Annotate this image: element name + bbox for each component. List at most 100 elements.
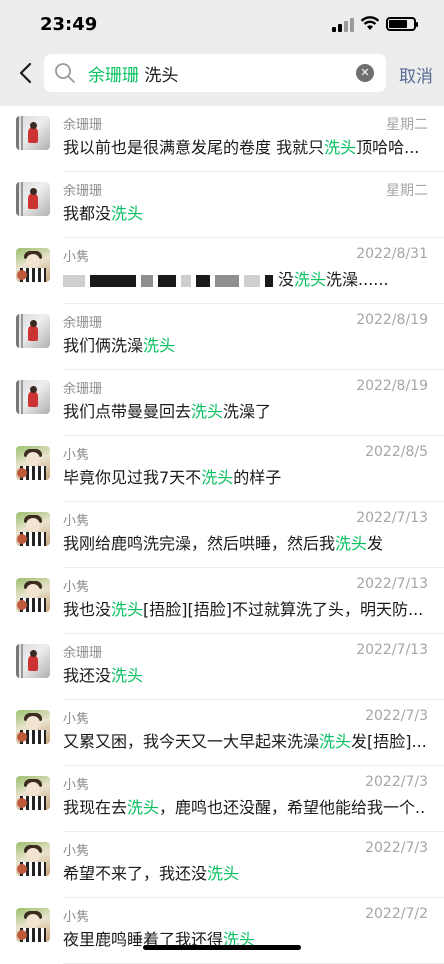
wifi-icon [360, 16, 380, 30]
result-row[interactable]: 余珊珊 星期二 我都没洗头 [0, 172, 444, 238]
message-date: 2022/7/13 [356, 510, 428, 526]
message-date: 2022/8/31 [356, 246, 428, 262]
sender-name: 小隽 [63, 712, 90, 727]
avatar[interactable] [16, 116, 50, 150]
result-row[interactable]: 小隽 2022/7/13 我也没洗头[捂脸][捂脸]不过就算洗了头，明天防... [0, 568, 444, 634]
message-snippet: 又累又困，我今天又一大早起来洗澡洗头发[捂脸]... [63, 728, 425, 752]
snippet-text: [捂脸][捂脸]不过就算洗了头，明天防... [143, 600, 424, 619]
snippet-text: 我还没 [63, 666, 112, 685]
redacted-text [141, 274, 153, 287]
result-row[interactable]: 小隽 2022/8/5 毕竟你见过我7天不洗头的样子 [0, 436, 444, 502]
keyword-highlight: 洗头 [111, 600, 144, 619]
sender-name: 余珊珊 [63, 646, 103, 661]
keyword-highlight: 洗头 [191, 402, 224, 421]
message-date: 星期二 [386, 183, 428, 199]
redacted-text [90, 274, 136, 287]
result-row[interactable]: 小隽 2022/7/3 我现在去洗头，鹿鸣也还没醒，希望他能给我一个... [0, 766, 444, 832]
avatar[interactable] [16, 644, 50, 678]
message-snippet: 希望不来了，我还没洗头 [63, 860, 425, 884]
sender-name: 小隽 [63, 844, 90, 859]
keyword-highlight: 洗头 [324, 138, 357, 157]
avatar[interactable] [16, 578, 50, 612]
message-snippet: 我都没洗头 [63, 200, 425, 224]
signal-icon [332, 18, 354, 32]
keyword-highlight: 洗头 [111, 204, 144, 223]
avatar[interactable] [16, 446, 50, 480]
snippet-text: 顶哈哈... [356, 138, 420, 157]
keyword-highlight: 洗头 [143, 336, 176, 355]
snippet-text: 毕竟你见过我7天不 [63, 468, 202, 487]
snippet-text: 的样子 [233, 468, 282, 487]
message-snippet: 没洗头洗澡...... [63, 266, 425, 290]
snippet-text: 发 [367, 534, 384, 553]
avatar[interactable] [16, 908, 50, 942]
status-time: 23:49 [40, 14, 98, 35]
snippet-text: 我现在去 [63, 798, 128, 817]
avatar[interactable] [16, 842, 50, 876]
sender-name: 小隽 [63, 778, 90, 793]
message-snippet: 毕竟你见过我7天不洗头的样子 [63, 464, 425, 488]
clear-icon[interactable]: ✕ [356, 64, 374, 82]
redacted-text [63, 274, 85, 287]
sender-name: 小隽 [63, 910, 90, 925]
avatar[interactable] [16, 248, 50, 282]
avatar[interactable] [16, 776, 50, 810]
result-row[interactable]: 余珊珊 2022/8/19 我们点带曼曼回去洗头洗澡了 [0, 370, 444, 436]
snippet-text: ，鹿鸣也还没醒，希望他能给我一个... [159, 798, 425, 817]
battery-icon [386, 17, 418, 31]
cancel-button[interactable]: 取消 [399, 62, 433, 87]
keyword-highlight: 洗头 [201, 468, 234, 487]
result-row[interactable]: 小隽 2022/7/3 又累又困，我今天又一大早起来洗澡洗头发[捂脸]... [0, 700, 444, 766]
message-date: 2022/8/19 [356, 378, 428, 394]
message-snippet: 我也没洗头[捂脸][捂脸]不过就算洗了头，明天防... [63, 596, 425, 620]
message-snippet: 我以前也是很满意发尾的卷度 我就只洗头顶哈哈... [63, 134, 425, 158]
keyword-highlight: 洗头 [319, 732, 352, 751]
redacted-text [158, 274, 176, 287]
search-icon [55, 63, 75, 83]
sender-name: 小隽 [63, 448, 90, 463]
snippet-text: 我都没 [63, 204, 112, 223]
message-date: 2022/7/13 [356, 576, 428, 592]
snippet-text: 又累又困，我今天又一大早起来洗澡 [63, 732, 320, 751]
snippet-text: 没 [278, 270, 295, 289]
home-indicator [143, 945, 301, 950]
search-results-list: 余珊珊 星期二 我以前也是很满意发尾的卷度 我就只洗头顶哈哈... 余珊珊 星期二 我都没… [0, 106, 444, 964]
top-bar: 23:49 余珊珊 洗头 ✕ 取消 [0, 0, 444, 106]
redacted-text [265, 274, 273, 287]
message-date: 2022/8/5 [365, 444, 428, 460]
message-date: 2022/7/2 [365, 906, 428, 922]
result-row[interactable]: 余珊珊 2022/8/19 我们俩洗澡洗头 [0, 304, 444, 370]
avatar[interactable] [16, 314, 50, 348]
sender-name: 余珊珊 [63, 316, 103, 331]
snippet-text: 希望不来了，我还没 [63, 864, 208, 883]
result-row[interactable]: 小隽 2022/7/3 希望不来了，我还没洗头 [0, 832, 444, 898]
avatar[interactable] [16, 710, 50, 744]
result-row[interactable]: 小隽 2022/8/31 没洗头洗澡...... [0, 238, 444, 304]
result-row[interactable]: 余珊珊 2022/7/13 我还没洗头 [0, 634, 444, 700]
avatar[interactable] [16, 182, 50, 216]
back-button[interactable] [14, 60, 36, 86]
snippet-text: 我刚给鹿鸣洗完澡，然后哄睡，然后我 [63, 534, 336, 553]
result-row[interactable]: 小隽 2022/7/13 我刚给鹿鸣洗完澡，然后哄睡，然后我洗头发 [0, 502, 444, 568]
snippet-text: 洗澡了 [223, 402, 272, 421]
redacted-text [244, 274, 260, 287]
result-row[interactable]: 余珊珊 星期二 我以前也是很满意发尾的卷度 我就只洗头顶哈哈... [0, 106, 444, 172]
keyword-highlight: 洗头 [294, 270, 327, 289]
search-query: 余珊珊 洗头 [88, 61, 178, 86]
redacted-text [215, 274, 239, 287]
result-row[interactable]: 小隽 2022/7/2 夜里鹿鸣睡着了我还得洗头 [0, 898, 444, 964]
message-date: 2022/7/3 [365, 708, 428, 724]
search-keyword: 洗头 [144, 66, 179, 86]
search-contact-tag[interactable]: 余珊珊 [88, 66, 139, 86]
keyword-highlight: 洗头 [335, 534, 368, 553]
snippet-text: 我以前也是很满意发尾的卷度 我就只 [63, 138, 325, 157]
sender-name: 余珊珊 [63, 118, 103, 133]
avatar[interactable] [16, 512, 50, 546]
avatar[interactable] [16, 380, 50, 414]
search-input[interactable]: 余珊珊 洗头 ✕ [44, 54, 386, 92]
chevron-left-icon [19, 62, 32, 84]
keyword-highlight: 洗头 [207, 864, 240, 883]
redacted-text [196, 274, 210, 287]
keyword-highlight: 洗头 [127, 798, 160, 817]
message-date: 2022/7/3 [365, 840, 428, 856]
